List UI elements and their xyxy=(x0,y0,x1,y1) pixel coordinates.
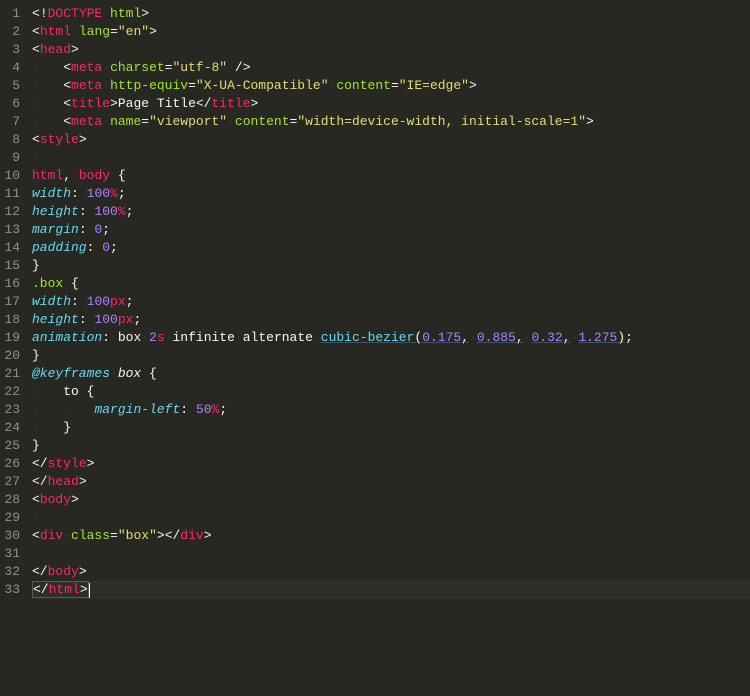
code-line[interactable]: · to { xyxy=(32,383,750,401)
code-line[interactable]: <style> xyxy=(32,131,750,149)
line-number: 31 xyxy=(4,545,20,563)
code-line[interactable]: <head> xyxy=(32,41,750,59)
line-number: 18 xyxy=(4,311,20,329)
line-number: 20 xyxy=(4,347,20,365)
line-number: 29 xyxy=(4,509,20,527)
line-number: 16 xyxy=(4,275,20,293)
code-line[interactable]: } xyxy=(32,347,750,365)
line-number: 30 xyxy=(4,527,20,545)
line-number: 15 xyxy=(4,257,20,275)
code-line[interactable]: · <meta·http-equiv="X-UA-Compatible"·con… xyxy=(32,77,750,95)
code-line[interactable]: · } xyxy=(32,419,750,437)
code-line[interactable]: <body> xyxy=(32,491,750,509)
code-line[interactable]: @keyframes·box { xyxy=(32,365,750,383)
code-line[interactable]: · <meta·charset="utf-8" /> xyxy=(32,59,750,77)
code-line[interactable]: margin: 0; xyxy=(32,221,750,239)
code-line[interactable]: } xyxy=(32,437,750,455)
line-number: 1 xyxy=(4,5,20,23)
line-number: 24 xyxy=(4,419,20,437)
line-number: 8 xyxy=(4,131,20,149)
code-area[interactable]: <!DOCTYPE html><html·lang="en"><head>· <… xyxy=(28,0,750,696)
line-number: 19 xyxy=(4,329,20,347)
line-number: 5 xyxy=(4,77,20,95)
code-line[interactable]: padding: 0; xyxy=(32,239,750,257)
code-line[interactable]: width: 100%; xyxy=(32,185,750,203)
code-line[interactable]: <div·class="box"></div> xyxy=(32,527,750,545)
code-line[interactable]: · xyxy=(32,149,750,167)
line-number: 25 xyxy=(4,437,20,455)
line-number: 10 xyxy=(4,167,20,185)
line-number-gutter: 1234567891011121314151617181920212223242… xyxy=(0,0,28,696)
line-number: 32 xyxy=(4,563,20,581)
code-line[interactable]: · · margin-left: 50%; xyxy=(32,401,750,419)
line-number: 33 xyxy=(4,581,20,599)
code-line[interactable]: .box { xyxy=(32,275,750,293)
code-line[interactable]: html,·body { xyxy=(32,167,750,185)
line-number: 21 xyxy=(4,365,20,383)
line-number: 11 xyxy=(4,185,20,203)
code-editor[interactable]: 1234567891011121314151617181920212223242… xyxy=(0,0,750,696)
line-number: 12 xyxy=(4,203,20,221)
code-line[interactable]: </style> xyxy=(32,455,750,473)
code-line[interactable]: </body> xyxy=(32,563,750,581)
code-line[interactable]: height: 100px; xyxy=(32,311,750,329)
line-number: 4 xyxy=(4,59,20,77)
line-number: 28 xyxy=(4,491,20,509)
line-number: 2 xyxy=(4,23,20,41)
line-number: 27 xyxy=(4,473,20,491)
code-line[interactable]: <html·lang="en"> xyxy=(32,23,750,41)
code-line[interactable]: · <meta·name="viewport"·content="width=d… xyxy=(32,113,750,131)
code-line[interactable]: </head> xyxy=(32,473,750,491)
line-number: 3 xyxy=(4,41,20,59)
code-line[interactable]: height: 100%; xyxy=(32,203,750,221)
code-line[interactable]: · <title>Page Title</title> xyxy=(32,95,750,113)
line-number: 23 xyxy=(4,401,20,419)
code-line[interactable]: animation:·box·2s·infinite·alternate·cub… xyxy=(32,329,750,347)
line-number: 6 xyxy=(4,95,20,113)
line-number: 22 xyxy=(4,383,20,401)
code-line[interactable]: · xyxy=(32,509,750,527)
line-number: 9 xyxy=(4,149,20,167)
code-line[interactable]: width: 100px; xyxy=(32,293,750,311)
code-line[interactable]: </html> xyxy=(32,581,750,599)
line-number: 26 xyxy=(4,455,20,473)
line-number: 14 xyxy=(4,239,20,257)
code-line[interactable] xyxy=(32,545,750,563)
line-number: 13 xyxy=(4,221,20,239)
line-number: 7 xyxy=(4,113,20,131)
line-number: 17 xyxy=(4,293,20,311)
code-line[interactable]: } xyxy=(32,257,750,275)
code-line[interactable]: <!DOCTYPE html> xyxy=(32,5,750,23)
